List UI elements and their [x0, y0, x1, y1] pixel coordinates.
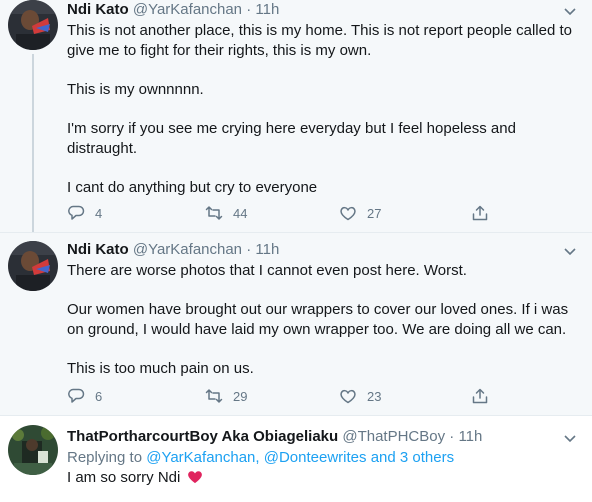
- tweet-actions: 6 29 23: [67, 386, 507, 406]
- tweet-1[interactable]: Ndi Kato @YarKafanchan · 11h This is not…: [0, 0, 592, 233]
- separator-dot: ·: [246, 241, 252, 258]
- reply-count: 4: [95, 205, 103, 221]
- retweet-button[interactable]: 44: [205, 203, 247, 223]
- text-line: distraught.: [67, 140, 138, 157]
- replying-to-users-link[interactable]: @YarKafanchan, @Donteewrites: [146, 449, 366, 466]
- replying-to-and: and: [370, 449, 396, 466]
- share-button[interactable]: [471, 203, 489, 223]
- avatar[interactable]: [8, 241, 58, 291]
- tweet-text: There are worse photos that I cannot eve…: [67, 261, 582, 379]
- retweet-count: 29: [233, 388, 248, 404]
- replying-to-others-link[interactable]: 3 others: [400, 449, 454, 466]
- timestamp[interactable]: 11h: [255, 241, 279, 258]
- timestamp[interactable]: 11h: [255, 1, 279, 18]
- tweet-text: This is not another place, this is my ho…: [67, 21, 582, 198]
- share-button[interactable]: [471, 386, 489, 406]
- reply-count: 6: [95, 388, 103, 404]
- tweet-body-line: I am so sorry Ndi: [67, 468, 582, 488]
- tweet-header: ThatPortharcourtBoy Aka Obiageliaku @Tha…: [67, 427, 482, 447]
- user-handle[interactable]: @YarKafanchan: [133, 1, 242, 18]
- tweet-2[interactable]: Ndi Kato @YarKafanchan · 11h There are w…: [0, 233, 592, 416]
- tweet-3[interactable]: ThatPortharcourtBoy Aka Obiageliaku @Tha…: [0, 416, 592, 502]
- like-count: 23: [367, 388, 382, 404]
- retweet-count: 44: [233, 205, 248, 221]
- speech-bubble-icon: [68, 205, 85, 220]
- chevron-down-icon[interactable]: [562, 430, 578, 446]
- text-line: This is too much pain on us.: [67, 360, 254, 377]
- share-icon: [472, 205, 488, 221]
- tweet-actions: 4 44 27: [67, 203, 507, 223]
- replying-to-label: Replying to: [67, 449, 143, 466]
- tweet-feed: Ndi Kato @YarKafanchan · 11h This is not…: [0, 0, 592, 502]
- like-button[interactable]: 23: [339, 386, 381, 406]
- text-line: I cant do anything but cry to everyone: [67, 179, 318, 196]
- avatar[interactable]: [8, 0, 58, 50]
- like-button[interactable]: 27: [339, 203, 381, 223]
- display-name[interactable]: Ndi Kato: [67, 1, 129, 18]
- chevron-down-icon[interactable]: [562, 3, 578, 19]
- thread-line: [32, 54, 34, 232]
- user-handle[interactable]: @YarKafanchan: [133, 241, 242, 258]
- text-line: This is my ownnnnn.: [67, 81, 204, 98]
- timestamp[interactable]: 11h: [458, 428, 482, 445]
- tweet-text: Replying to @YarKafanchan, @Donteewrites…: [67, 448, 582, 488]
- retweet-icon: [205, 206, 223, 220]
- avatar[interactable]: [8, 425, 58, 475]
- text-line: Our women have brought out our wrappers …: [67, 301, 569, 318]
- retweet-icon: [205, 389, 223, 403]
- text-line: give me to fight for their rights, this …: [67, 42, 372, 59]
- speech-bubble-icon: [68, 388, 85, 403]
- tweet-header: Ndi Kato @YarKafanchan · 11h: [67, 240, 279, 260]
- red-heart-icon: [187, 471, 202, 484]
- reply-button[interactable]: 6: [67, 386, 102, 406]
- chevron-down-icon[interactable]: [562, 243, 578, 259]
- text-line: I'm sorry if you see me crying here ever…: [67, 120, 516, 137]
- display-name[interactable]: ThatPortharcourtBoy Aka Obiageliaku: [67, 428, 338, 445]
- share-icon: [472, 388, 488, 404]
- like-count: 27: [367, 205, 382, 221]
- retweet-button[interactable]: 29: [205, 386, 247, 406]
- heart-outline-icon: [340, 389, 356, 404]
- text-line: There are worse photos that I cannot eve…: [67, 262, 467, 279]
- replying-to: Replying to @YarKafanchan, @Donteewrites…: [67, 448, 582, 468]
- reply-button[interactable]: 4: [67, 203, 102, 223]
- separator-dot: ·: [246, 1, 252, 18]
- display-name[interactable]: Ndi Kato: [67, 241, 129, 258]
- user-handle[interactable]: @ThatPHCBoy: [342, 428, 445, 445]
- text-line: I am so sorry Ndi: [67, 469, 181, 486]
- text-line: This is not another place, this is my ho…: [67, 22, 572, 39]
- text-line: on ground, I would have laid my own wrap…: [67, 321, 567, 338]
- heart-outline-icon: [340, 206, 356, 221]
- tweet-header: Ndi Kato @YarKafanchan · 11h: [67, 0, 279, 20]
- separator-dot: ·: [449, 428, 455, 445]
